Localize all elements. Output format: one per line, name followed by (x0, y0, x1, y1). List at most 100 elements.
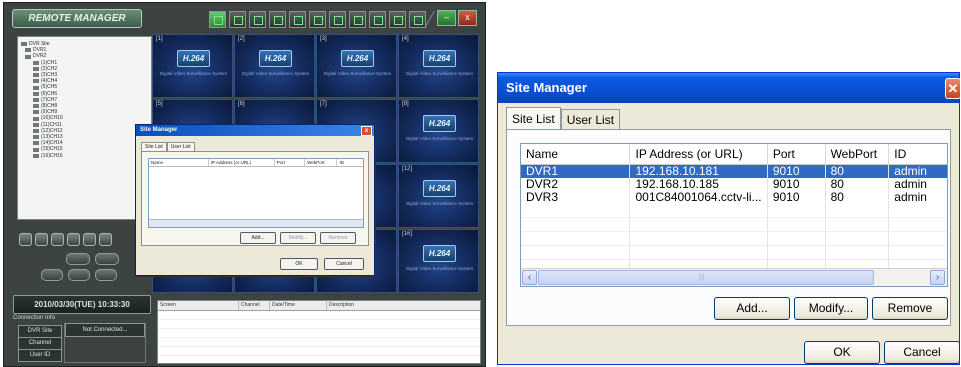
camera-tile[interactable]: [12] H.264 Digital Video Surveillance Syst… (398, 164, 479, 228)
camera-tile[interactable]: [4] H.264 Digital Video Surveillance Syste… (398, 34, 479, 98)
mini-site-manager-dialog: Site Manager x Site List User List Name … (135, 124, 375, 276)
mini-close-icon[interactable]: x (361, 126, 372, 136)
col-ip-address[interactable]: IP Address (or URL) (630, 144, 768, 164)
split-16-icon[interactable] (67, 233, 80, 246)
search-icon[interactable] (329, 11, 346, 28)
scrollbar-thumb[interactable]: ||| (538, 270, 874, 285)
mini-ok-button[interactable]: OK (280, 258, 318, 270)
mini-add-button[interactable]: Add... (240, 232, 276, 244)
ptz-center-button[interactable] (68, 269, 90, 281)
event-col-description[interactable]: Description (327, 301, 479, 310)
mini-remove-button[interactable]: Remove (320, 232, 356, 244)
ptz-down-button[interactable] (95, 253, 119, 265)
mini-col-ip[interactable]: IP Address (or URL) (209, 159, 275, 166)
camera-tile[interactable]: [16] H.264 Digital Video Surveillance Syst… (398, 229, 479, 293)
camera-caption: Digital Video Surveillance System (405, 201, 474, 206)
mini-col-port[interactable]: Port (275, 159, 306, 166)
event-row[interactable] (158, 338, 480, 347)
split-9-icon[interactable] (51, 233, 64, 246)
scroll-right-icon[interactable]: › (930, 270, 945, 285)
camera-tile[interactable]: [3] H.264 Digital Video Surveillance Syste… (316, 34, 397, 98)
col-id[interactable]: ID (889, 144, 947, 164)
mini-tab-site-list[interactable]: Site List (141, 142, 167, 151)
mini-cancel-button[interactable]: Cancel (324, 258, 364, 270)
close-button[interactable]: x (458, 10, 477, 26)
fullscreen-icon[interactable] (83, 233, 96, 246)
mini-dialog-titlebar: Site Manager x (136, 125, 374, 136)
camera-tile[interactable]: [1] H.264 Digital Video Surveillance Syste… (152, 34, 233, 98)
ptz-icon[interactable] (99, 233, 112, 246)
layout-4-icon[interactable] (229, 11, 246, 28)
split-4-icon[interactable] (35, 233, 48, 246)
col-name[interactable]: Name (521, 144, 631, 164)
col-port[interactable]: Port (768, 144, 826, 164)
event-row[interactable] (158, 311, 480, 320)
table-row[interactable]: DVR3 001C84001064.cctv-li... 9010 80 admin (521, 191, 947, 204)
cell-port: 9010 (768, 165, 826, 178)
horizontal-scrollbar[interactable]: ‹ ||| › (521, 268, 947, 286)
event-col-screen[interactable]: Screen (158, 301, 239, 310)
print-icon[interactable] (389, 11, 406, 28)
camera-icon (33, 147, 39, 152)
mini-col-webport[interactable]: WebPort (305, 159, 338, 166)
split-1-icon[interactable] (19, 233, 32, 246)
camera-tile[interactable]: [8] H.264 Digital Video Surveillance Syste… (398, 99, 479, 163)
event-row[interactable] (158, 329, 480, 338)
tab-site-list[interactable]: Site List (506, 107, 561, 129)
empty-cell (826, 218, 890, 231)
empty-row (521, 204, 947, 218)
mini-col-id[interactable]: ID (337, 159, 363, 166)
tab-user-list[interactable]: User List (560, 109, 621, 129)
cell-ip: 001C84001064.cctv-li... (630, 191, 768, 204)
window-controls: – x (437, 10, 477, 26)
cell-name: DVR3 (521, 191, 631, 204)
conn-user-id: User ID (18, 349, 62, 362)
layout-1-icon[interactable] (209, 11, 226, 28)
site-manager-icon[interactable] (409, 11, 426, 28)
mini-hscrollbar[interactable] (149, 219, 363, 227)
camera-caption: Digital Video Surveillance System (159, 71, 228, 76)
ok-button[interactable]: OK (804, 341, 880, 364)
close-icon[interactable]: ✕ (945, 78, 961, 99)
setup-icon[interactable] (369, 11, 386, 28)
add-button[interactable]: Add... (714, 297, 790, 320)
site-icon (21, 42, 27, 47)
cell-ip: 192.168.10.181 (630, 165, 768, 178)
event-col-datetime[interactable]: Date/Time (270, 301, 327, 310)
camera-number: [7] (320, 101, 327, 107)
camera-icon (33, 104, 39, 109)
layout-16-icon[interactable] (269, 11, 286, 28)
playback-icon[interactable] (289, 11, 306, 28)
col-webport[interactable]: WebPort (826, 144, 890, 164)
empty-cell (768, 204, 826, 217)
mini-modify-button[interactable]: Modify... (280, 232, 316, 244)
cancel-button[interactable]: Cancel (884, 341, 960, 364)
event-row[interactable] (158, 320, 480, 329)
ptz-left-button[interactable] (41, 269, 63, 281)
table-row[interactable]: DVR2 192.168.10.185 9010 80 admin (521, 178, 947, 191)
camera-icon (33, 128, 39, 133)
tree-node[interactable]: (16)CH16 (21, 153, 148, 159)
event-col-channel[interactable]: Channel (239, 301, 270, 310)
empty-row (521, 218, 947, 232)
table-header: Name IP Address (or URL) Port WebPort ID (521, 144, 947, 165)
camera-tile[interactable]: [2] H.264 Digital Video Surveillance Syste… (234, 34, 315, 98)
modify-button[interactable]: Modify... (794, 297, 868, 320)
mini-tab-user-list[interactable]: User List (166, 142, 195, 151)
event-row[interactable] (158, 347, 480, 356)
empty-cell (521, 218, 631, 231)
mini-col-name[interactable]: Name (149, 159, 209, 166)
scroll-left-icon[interactable]: ‹ (522, 270, 537, 285)
table-row[interactable]: DVR1 192.168.10.181 9010 80 admin (521, 165, 947, 178)
ptz-right-button[interactable] (95, 269, 117, 281)
ptz-up-button[interactable] (66, 253, 90, 265)
remove-button[interactable]: Remove (872, 297, 948, 320)
app-title: REMOTE MANAGER (12, 9, 142, 28)
layout-9-icon[interactable] (249, 11, 266, 28)
backup-icon[interactable] (349, 11, 366, 28)
record-icon[interactable] (309, 11, 326, 28)
h264-logo: H.264 (341, 50, 374, 67)
minimize-button[interactable]: – (437, 10, 456, 26)
toolbar (209, 11, 445, 28)
empty-cell (826, 232, 890, 245)
